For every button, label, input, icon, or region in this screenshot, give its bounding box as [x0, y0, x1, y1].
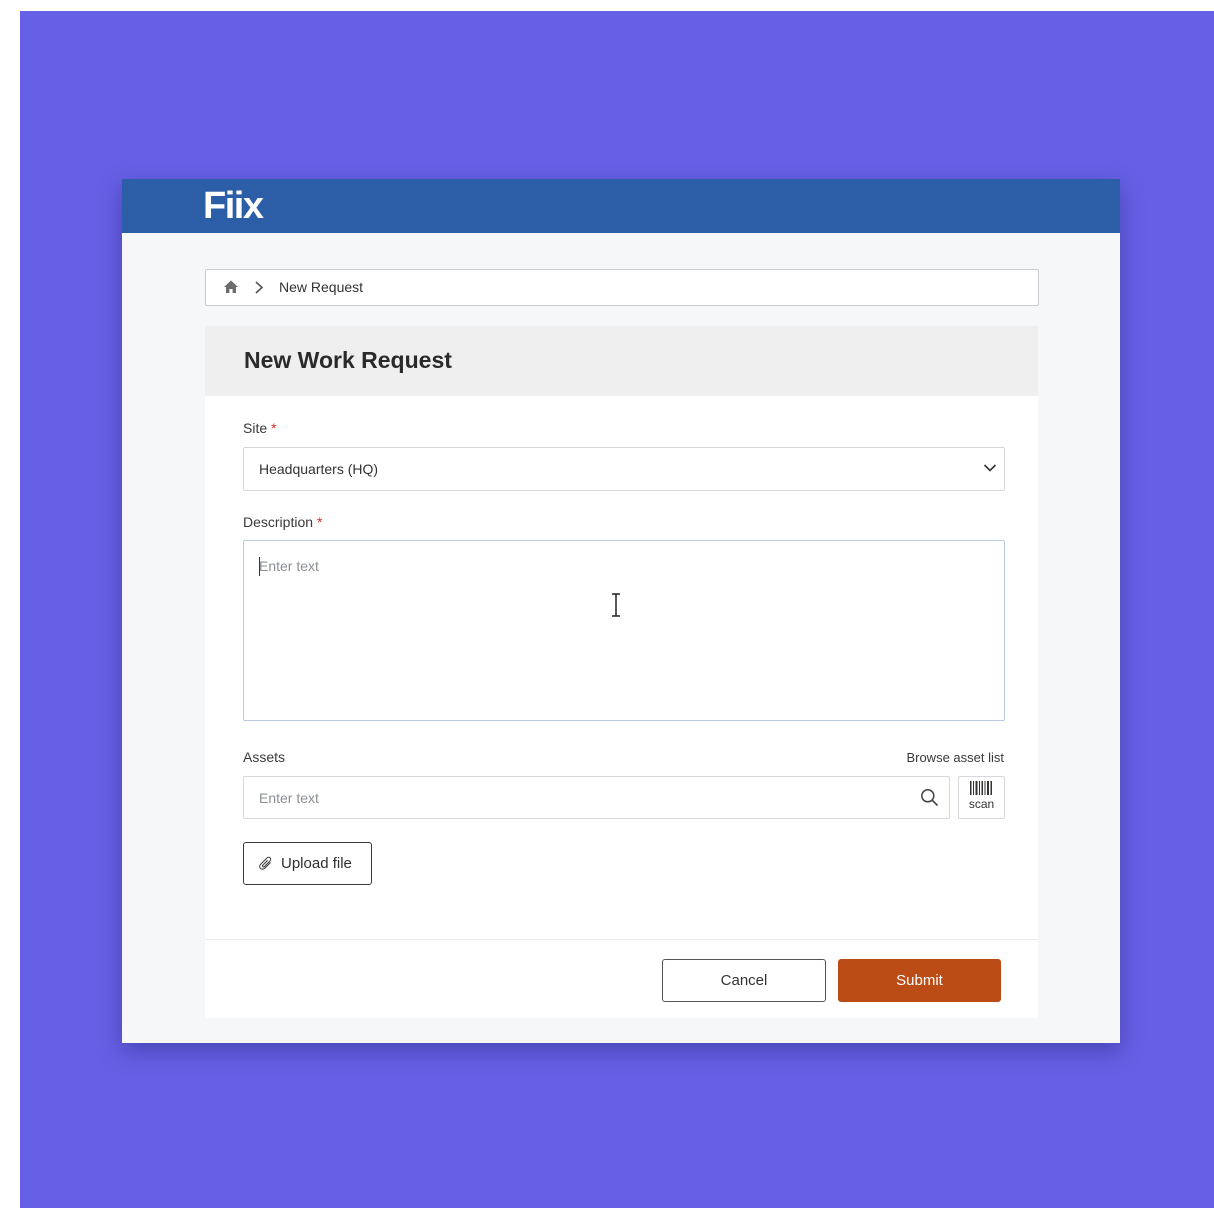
fiix-logo[interactable]: Fiix — [203, 183, 264, 229]
home-icon[interactable] — [223, 279, 239, 295]
site-select[interactable]: Headquarters (HQ) — [243, 447, 1005, 491]
page-title: New Work Request — [244, 347, 452, 373]
description-placeholder: Enter text — [259, 558, 319, 574]
description-label: Description * — [243, 514, 322, 530]
description-label-text: Description — [243, 514, 314, 530]
breadcrumb-current: New Request — [279, 279, 364, 295]
site-select-value: Headquarters (HQ) — [259, 461, 379, 477]
scan-label: scan — [968, 797, 995, 811]
app-window: Fiix New Request New Work Request Site * … — [122, 179, 1120, 1043]
breadcrumb: New Request — [205, 269, 1039, 306]
description-textarea[interactable]: Enter text — [243, 540, 1005, 721]
browse-asset-list-link[interactable]: Browse asset list — [906, 750, 1004, 765]
site-label-text: Site — [243, 420, 268, 436]
site-label: Site * — [243, 420, 277, 436]
submit-button[interactable]: Submit — [838, 959, 1001, 1002]
barcode-icon — [970, 781, 992, 795]
assets-search-input[interactable]: Enter text — [243, 776, 950, 819]
top-bar: Fiix — [122, 179, 1120, 233]
search-icon[interactable] — [920, 788, 939, 807]
chevron-right-icon — [255, 281, 264, 294]
scan-button[interactable]: scan — [958, 776, 1005, 819]
chevron-down-icon — [983, 464, 997, 472]
assets-placeholder: Enter text — [259, 790, 319, 806]
assets-label: Assets — [243, 749, 286, 765]
text-caret — [259, 557, 260, 576]
card-header: New Work Request — [205, 326, 1038, 396]
cancel-button[interactable]: Cancel — [662, 959, 826, 1002]
required-mark: * — [271, 420, 277, 436]
upload-file-button[interactable]: Upload file — [243, 842, 372, 885]
work-request-card: New Work Request Site * Headquarters (HQ)… — [205, 326, 1038, 1018]
paperclip-icon — [259, 856, 272, 870]
upload-file-label: Upload file — [281, 855, 352, 872]
text-cursor-icon — [612, 593, 620, 617]
card-footer: Cancel Submit — [205, 939, 1038, 1018]
required-mark: * — [317, 514, 323, 530]
